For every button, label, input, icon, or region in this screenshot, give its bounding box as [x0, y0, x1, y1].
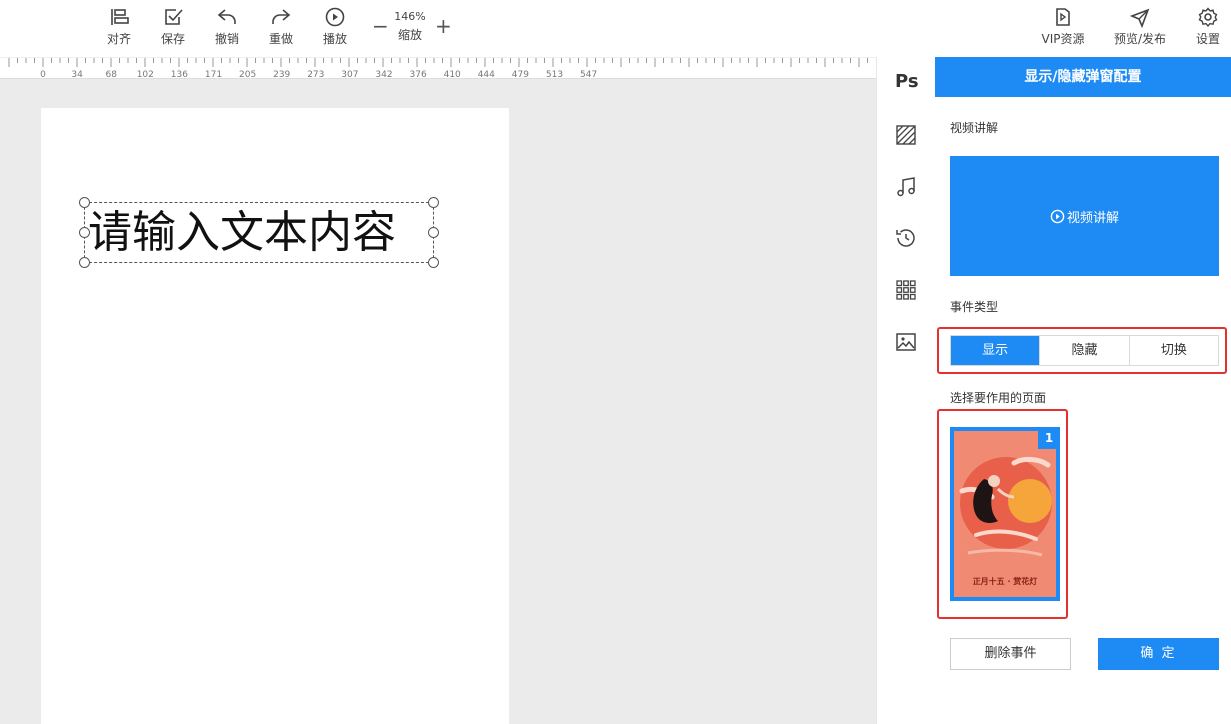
- undo-button[interactable]: 撤销: [205, 6, 249, 46]
- text-element[interactable]: 请输入文本内容: [79, 197, 439, 268]
- image-icon[interactable]: [894, 330, 918, 354]
- ruler-tick-label: 0: [40, 70, 46, 79]
- settings-label: 设置: [1195, 32, 1220, 46]
- popup-config-panel: 显示/隐藏弹窗配置 视频讲解 视频讲解 事件类型 显示 隐藏 切换 选择要作用的…: [935, 57, 1231, 724]
- ruler-tick-label: 68: [105, 70, 117, 79]
- settings-button[interactable]: 设置: [1186, 6, 1230, 46]
- panel-title: 显示/隐藏弹窗配置: [935, 57, 1231, 97]
- align-icon: [111, 9, 129, 25]
- ruler-tick-label: 547: [580, 70, 597, 79]
- redo-button[interactable]: 重做: [259, 6, 303, 46]
- page-number-badge: 1: [1038, 427, 1060, 449]
- resize-handle-left[interactable]: [79, 227, 90, 238]
- vip-label: VIP资源: [1041, 32, 1085, 46]
- resize-handle-bottom-left[interactable]: [79, 257, 90, 268]
- zoom-in-button[interactable]: +: [435, 14, 452, 38]
- side-icon-bar: Ps: [876, 57, 935, 724]
- ruler-tick-label: 34: [71, 70, 83, 79]
- checkbox-icon: [165, 9, 183, 25]
- ruler-tick-label: 479: [512, 70, 529, 79]
- align-button[interactable]: 对齐: [97, 6, 141, 46]
- preview-publish-button[interactable]: 预览/发布: [1113, 6, 1167, 46]
- resize-handle-top-left[interactable]: [79, 197, 90, 208]
- event-type-hide[interactable]: 隐藏: [1040, 336, 1130, 365]
- thumbnail-caption: 正月十五 · 赏花灯: [972, 577, 1038, 586]
- page-thumbnail[interactable]: 正月十五 · 赏花灯 1: [950, 427, 1060, 601]
- event-type-label: 事件类型: [950, 300, 999, 314]
- delete-event-button[interactable]: 删除事件: [950, 638, 1071, 670]
- ruler-tick-label: 273: [307, 70, 324, 79]
- ruler-tick-label: 376: [410, 70, 427, 79]
- align-label: 对齐: [106, 32, 131, 46]
- redo-icon: [272, 9, 291, 24]
- ruler-ticks: 0 34 68 102 136 171 205 239 273 307 342 376 410 444 47…: [8, 58, 868, 79]
- ruler-tick-label: 513: [546, 70, 563, 79]
- page-thumbnail-image: 正月十五 · 赏花灯: [954, 431, 1056, 597]
- save-label: 保存: [160, 32, 185, 46]
- ruler-tick-label: 102: [137, 70, 154, 79]
- confirm-button[interactable]: 确 定: [1098, 638, 1219, 670]
- canvas-workspace[interactable]: 请输入文本内容: [0, 80, 876, 724]
- select-page-label: 选择要作用的页面: [950, 391, 1047, 405]
- ruler-tick-label: 444: [478, 70, 495, 79]
- undo-icon: [217, 9, 236, 24]
- save-button[interactable]: 保存: [151, 6, 195, 46]
- ruler-tick-label: 342: [375, 70, 392, 79]
- music-icon[interactable]: [894, 175, 918, 199]
- texture-icon[interactable]: [894, 123, 918, 147]
- ruler-tick-label: 205: [239, 70, 256, 79]
- text-element-content[interactable]: 请输入文本内容: [88, 209, 396, 257]
- send-icon: [1129, 8, 1150, 28]
- event-type-show[interactable]: 显示: [951, 336, 1041, 365]
- play-label: 播放: [322, 32, 347, 46]
- horizontal-ruler: 0 34 68 102 136 171 205 239 273 307 342 376 410 444 47…: [0, 57, 876, 79]
- design-page[interactable]: 请输入文本内容: [41, 108, 509, 724]
- top-toolbar: 对齐 保存 撤销 重做 播放 − 146% 缩放 + VIP资源 预览/发布 设…: [0, 0, 1231, 57]
- grid-icon[interactable]: [894, 278, 918, 302]
- play-icon: [325, 7, 345, 27]
- ruler-tick-label: 307: [341, 70, 358, 79]
- ruler-tick-label: 136: [171, 70, 188, 79]
- gear-icon: [1198, 7, 1218, 27]
- zoom-label: 缩放: [397, 28, 422, 42]
- event-type-toggle[interactable]: 切换: [1130, 336, 1218, 365]
- zoom-out-button[interactable]: −: [372, 14, 389, 38]
- video-tutorial-label: 视频讲解: [1066, 210, 1119, 226]
- editor-app: 对齐 保存 撤销 重做 播放 − 146% 缩放 + VIP资源 预览/发布 设…: [0, 0, 1231, 724]
- ruler-tick-label: 239: [273, 70, 290, 79]
- resize-handle-top-right[interactable]: [428, 197, 439, 208]
- play-button[interactable]: 播放: [313, 6, 357, 46]
- ruler-tick-label: 410: [444, 70, 461, 79]
- resize-handle-bottom-right[interactable]: [428, 257, 439, 268]
- resize-handle-right[interactable]: [428, 227, 439, 238]
- redo-label: 重做: [268, 32, 293, 46]
- door-icon: [1056, 8, 1070, 26]
- poster-illustration: [954, 431, 1056, 597]
- vip-resources-button[interactable]: VIP资源: [1040, 6, 1086, 46]
- undo-label: 撤销: [214, 32, 239, 46]
- ps-icon[interactable]: Ps: [895, 71, 919, 92]
- history-icon[interactable]: [894, 226, 918, 250]
- video-section-label: 视频讲解: [950, 121, 999, 135]
- event-type-selector: 显示 隐藏 切换: [950, 335, 1219, 366]
- ruler-tick-label: 171: [205, 70, 222, 79]
- video-tutorial-button[interactable]: 视频讲解: [950, 156, 1219, 276]
- preview-publish-label: 预览/发布: [1113, 32, 1167, 46]
- zoom-value: 146%: [394, 10, 426, 23]
- zoom-control: 146% 缩放: [392, 10, 428, 42]
- play-circle-icon: [1050, 209, 1065, 223]
